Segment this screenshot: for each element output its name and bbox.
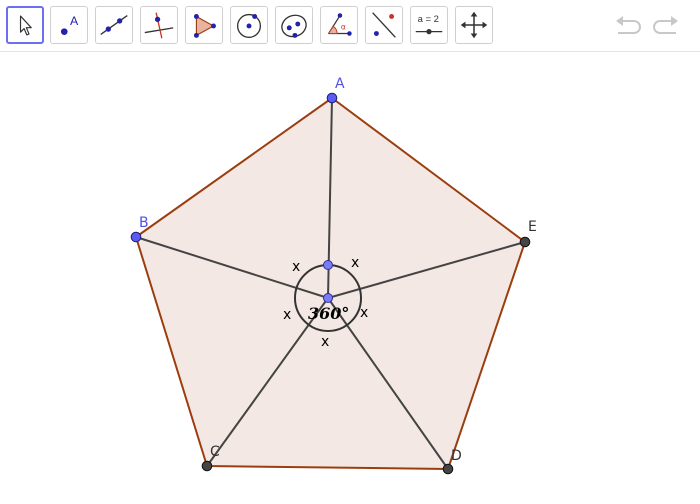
undo-button[interactable] (612, 12, 644, 40)
label-point-c: C (210, 444, 220, 460)
full-angle-label: 360° (308, 304, 349, 323)
angle-tool-button[interactable]: α (320, 6, 358, 44)
circle-tool-button[interactable] (230, 6, 268, 44)
redo-button[interactable] (650, 12, 682, 40)
slider-tool-label: a = 2 (418, 14, 439, 25)
point-b[interactable] (130, 231, 142, 243)
angle-label-x-3: x (283, 307, 291, 323)
point-center[interactable] (323, 293, 333, 303)
graphics-view[interactable]: x x x x x 360° A B C D E (0, 52, 700, 500)
cursor-arrow-icon (19, 15, 32, 36)
move-tool-button[interactable] (6, 6, 44, 44)
perpendicular-line-icon (144, 12, 174, 39)
conic-tool-button[interactable] (275, 6, 313, 44)
move-graphics-view-tool-button[interactable] (455, 6, 493, 44)
point-d[interactable] (442, 463, 454, 475)
label-point-a: A (335, 76, 345, 92)
point-on-circle[interactable] (323, 260, 333, 270)
ellipse-icon (281, 14, 307, 38)
point-a[interactable] (326, 92, 338, 104)
move-arrows-icon (460, 11, 488, 39)
point-icon: A (60, 14, 79, 35)
angle-label-x-1: x (292, 259, 300, 275)
perpendicular-line-tool-button[interactable] (140, 6, 178, 44)
line-icon (100, 14, 128, 36)
reflect-tool-button[interactable] (365, 6, 403, 44)
angle-label-x-5: x (321, 334, 329, 350)
geometry-canvas[interactable]: x x x x x 360° A B C D E (0, 52, 700, 500)
angle-label-x-2: x (351, 255, 359, 271)
point-e[interactable] (519, 236, 531, 248)
redo-icon (653, 16, 678, 34)
toolbar: A α a = 2 (0, 0, 700, 52)
point-tool-button[interactable]: A (50, 6, 88, 44)
label-point-b: B (139, 215, 149, 231)
angle-icon: α (327, 13, 352, 36)
point-tool-label: A (70, 14, 79, 28)
label-point-e: E (528, 219, 537, 235)
triangle-icon (193, 14, 216, 38)
polygon-tool-button[interactable] (185, 6, 223, 44)
undo-icon (616, 16, 641, 34)
circle-icon (236, 13, 262, 38)
angle-label-x-4: x (360, 305, 368, 321)
reflect-line-icon (372, 12, 396, 38)
slider-icon: a = 2 (415, 14, 443, 35)
point-c[interactable] (201, 460, 213, 472)
line-tool-button[interactable] (95, 6, 133, 44)
angle-tool-label: α (341, 23, 346, 32)
slider-tool-button[interactable]: a = 2 (410, 6, 448, 44)
label-point-d: D (451, 448, 462, 464)
